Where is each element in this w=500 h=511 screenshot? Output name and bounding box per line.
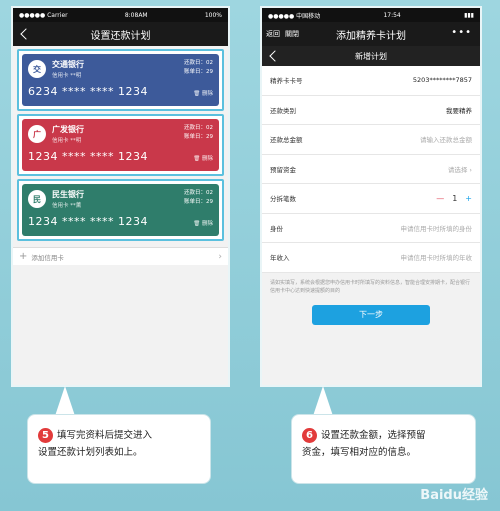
row-label: 还款总金额: [270, 136, 303, 145]
bank-name: 广发银行: [52, 125, 84, 134]
card-item[interactable]: 交 交通银行 信用卡 **明 还款日：02 账单日：29 6234 **** *…: [17, 49, 224, 111]
split-count-stepper: — 1 +: [436, 194, 472, 203]
reserve-fund-row[interactable]: 预留资金 请选择 ›: [262, 155, 480, 184]
card-number: 1234 **** **** 1234: [28, 215, 148, 228]
card-number: 6234 **** **** 1234: [28, 85, 148, 98]
row-label: 身份: [270, 224, 283, 233]
callout-line: 设置还款金额，选择预留: [321, 430, 426, 441]
left-phone-screen: ●●●●● Carrier 8:08AM 100% 设置还款计划 交 交通银行 …: [11, 6, 230, 387]
repay-day: 还款日：02: [184, 190, 213, 196]
callout-line: 资金，填写相对应的信息。: [302, 447, 417, 458]
page-title: 设置还款计划: [90, 30, 151, 42]
delete-label: 删除: [201, 221, 213, 227]
step-number-badge: 5: [38, 428, 53, 443]
minus-icon[interactable]: —: [436, 194, 444, 203]
split-count-row: 分拆笔数 — 1 +: [262, 184, 480, 214]
card-holder: 信用卡 **明: [52, 138, 82, 144]
delete-label: 删除: [201, 156, 213, 162]
card-number-row[interactable]: 精养卡卡号 5203********7857: [262, 66, 480, 96]
row-label: 精养卡卡号: [270, 77, 303, 86]
total-amount-row[interactable]: 还款总金额 请输入还款总金额: [262, 125, 480, 155]
plan-form: 精养卡卡号 5203********7857 还款类别 我要精养 还款总金额 请…: [262, 66, 480, 273]
card-dates: 还款日：02 账单日：29: [184, 189, 213, 207]
sub-nav-bar: 新增计划: [262, 46, 480, 66]
repay-day: 还款日：02: [184, 60, 213, 66]
delete-button[interactable]: 🗑 删除: [193, 154, 213, 162]
watermark-logo: Baidu经验: [420, 488, 488, 503]
chevron-right-icon: ›: [469, 165, 472, 174]
callout-tail: [313, 386, 333, 416]
bank-logo-icon: 交: [28, 60, 46, 78]
right-phone-screen: ●●●●● 中国移动 17:54 ▮▮▮ 返回 關閉 添加精养卡计划 ••• 新…: [260, 6, 482, 387]
nav-bar: 设置还款计划: [13, 22, 228, 46]
reserve-fund-select[interactable]: 请选择 ›: [448, 164, 472, 174]
callout-right: 6 设置还款金额，选择预留 资金，填写相对应的信息。: [291, 414, 476, 484]
bank-logo-icon: 民: [28, 190, 46, 208]
delete-button[interactable]: 🗑 删除: [193, 89, 213, 97]
identity-input[interactable]: 申请信用卡时所填的身份: [401, 223, 473, 233]
add-card-label: 添加信用卡: [31, 253, 64, 262]
card-list: 交 交通银行 信用卡 **明 还款日：02 账单日：29 6234 **** *…: [13, 46, 228, 247]
row-label: 还款类别: [270, 106, 296, 115]
time-label: 8:08AM: [124, 11, 148, 19]
battery-icon: ▮▮▮: [464, 11, 474, 19]
card-dates: 还款日：02 账单日：29: [184, 124, 213, 142]
callout-line: 设置还款计划列表如上。: [38, 447, 143, 458]
card-number-value: 5203********7857: [412, 76, 472, 85]
bill-day: 账单日：29: [184, 134, 213, 140]
carrier-label: ●●●●● 中国移动: [268, 12, 321, 20]
sub-title: 新增计划: [355, 51, 387, 61]
callout-tail: [55, 386, 75, 416]
bank-name: 交通银行: [52, 60, 84, 69]
plus-icon[interactable]: +: [465, 194, 472, 203]
split-count-value: 1: [452, 193, 458, 203]
chevron-right-icon: ›: [218, 251, 222, 262]
plus-icon: +: [19, 251, 28, 262]
callout-left: 5 填写完资料后提交进入 设置还款计划列表如上。: [27, 414, 211, 484]
status-bar: ●●●●● Carrier 8:08AM 100%: [13, 8, 228, 22]
row-label: 年收入: [270, 254, 290, 263]
more-icon[interactable]: •••: [451, 28, 472, 38]
form-note: 请如实填写，系统会根据您申办信用卡时所填写的资料信息，智能合理安排期卡，配合银行…: [262, 272, 480, 301]
card-item[interactable]: 民 民生银行 信用卡 **薰 还款日：02 账单日：29 1234 **** *…: [17, 179, 224, 241]
nav-bar: 返回 關閉 添加精养卡计划 •••: [262, 22, 480, 46]
callout-line: 填写完资料后提交进入: [57, 430, 153, 441]
delete-button[interactable]: 🗑 删除: [193, 219, 213, 227]
bill-day: 账单日：29: [184, 199, 213, 205]
total-amount-input[interactable]: 请输入还款总金额: [420, 134, 472, 144]
card-dates: 还款日：02 账单日：29: [184, 59, 213, 77]
card-holder: 信用卡 **薰: [52, 203, 82, 209]
repay-type-row[interactable]: 还款类别 我要精养: [262, 96, 480, 125]
time-label: 17:54: [383, 11, 401, 19]
card-number: 1234 **** **** 1234: [28, 150, 148, 163]
identity-row[interactable]: 身份 申请信用卡时所填的身份: [262, 214, 480, 243]
page-title: 添加精养卡计划: [336, 30, 406, 42]
income-row[interactable]: 年收入 申请信用卡时所填的年收: [262, 243, 480, 273]
battery-label: 100%: [204, 11, 222, 19]
delete-label: 删除: [201, 91, 213, 97]
row-label: 分拆笔数: [270, 195, 296, 204]
card-holder: 信用卡 **明: [52, 73, 82, 79]
repay-day: 还款日：02: [184, 125, 213, 131]
card-item[interactable]: 广 广发银行 信用卡 **明 还款日：02 账单日：29 1234 **** *…: [17, 114, 224, 176]
add-card-button[interactable]: + 添加信用卡 ›: [13, 247, 228, 265]
next-button[interactable]: 下一步: [312, 304, 430, 325]
row-label: 预留资金: [270, 165, 296, 174]
repay-type-value: 我要精养: [446, 106, 472, 115]
reserve-fund-placeholder: 请选择: [447, 165, 468, 174]
bank-name: 民生银行: [52, 190, 84, 199]
carrier-label: ●●●●● Carrier: [19, 11, 68, 19]
bill-day: 账单日：29: [184, 69, 213, 75]
income-input[interactable]: 申请信用卡时所填的年收: [401, 252, 473, 262]
step-number-badge: 6: [302, 428, 317, 443]
bank-logo-icon: 广: [28, 125, 46, 143]
status-bar: ●●●●● 中国移动 17:54 ▮▮▮: [262, 8, 480, 22]
